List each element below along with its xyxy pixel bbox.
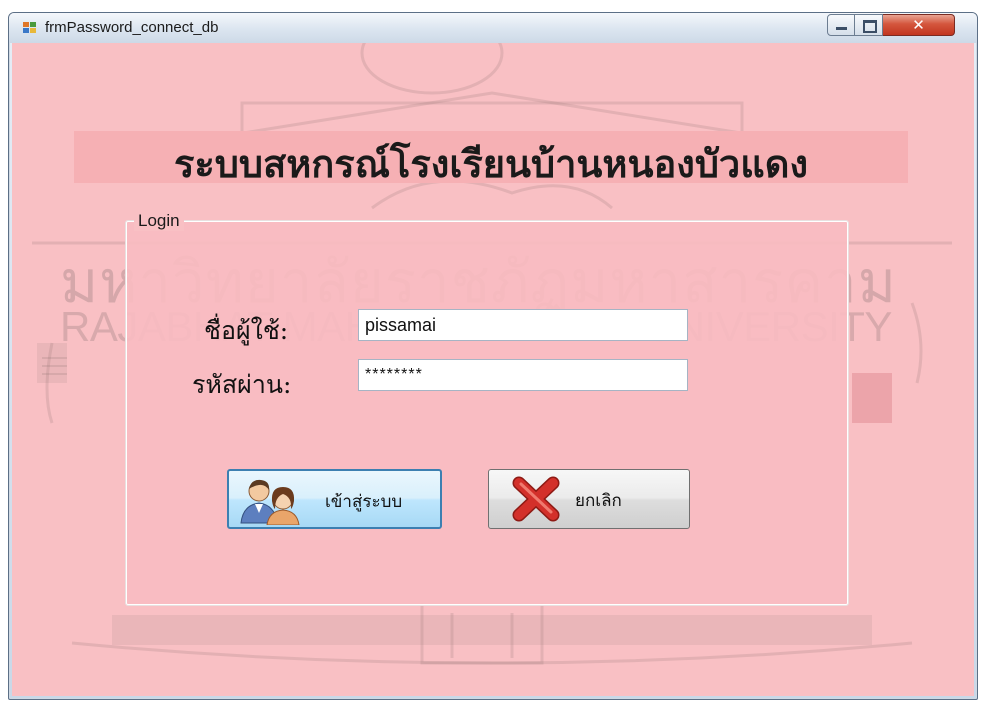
close-icon: ✕	[912, 16, 925, 34]
app-window-icon[interactable]	[23, 22, 37, 34]
password-input[interactable]	[358, 359, 688, 391]
password-label: รหัสผ่าน:	[192, 370, 292, 399]
login-button[interactable]: เข้าสู่ระบบ	[227, 469, 442, 529]
username-input[interactable]	[358, 309, 688, 341]
login-groupbox	[125, 220, 849, 606]
minimize-button[interactable]	[827, 14, 855, 36]
cancel-button-label: ยกเลิก	[575, 491, 622, 511]
users-icon	[240, 479, 300, 525]
title-bar[interactable]: frmPassword_connect_db ✕	[9, 13, 977, 43]
close-button[interactable]: ✕	[883, 14, 955, 36]
login-window: frmPassword_connect_db ✕ ระบบสหกรณ์โรงเร…	[8, 12, 978, 700]
maximize-button[interactable]	[855, 14, 883, 36]
minimize-icon	[836, 27, 847, 30]
form-client-area: มหาวิทยาลัยราชภัฏมหาสารคาม RAJABHAT MAHA…	[12, 43, 974, 696]
login-group-legend: Login	[134, 211, 184, 231]
maximize-icon	[863, 20, 877, 33]
username-label: ชื่อผู้ใช้:	[204, 316, 289, 345]
window-title: frmPassword_connect_db	[45, 19, 219, 36]
login-button-label: เข้าสู่ระบบ	[325, 492, 403, 512]
system-heading: ระบบสหกรณ์โรงเรียนบ้านหนองบัวแดง	[173, 141, 808, 186]
red-x-icon	[512, 476, 560, 522]
cancel-button[interactable]: ยกเลิก	[488, 469, 690, 529]
